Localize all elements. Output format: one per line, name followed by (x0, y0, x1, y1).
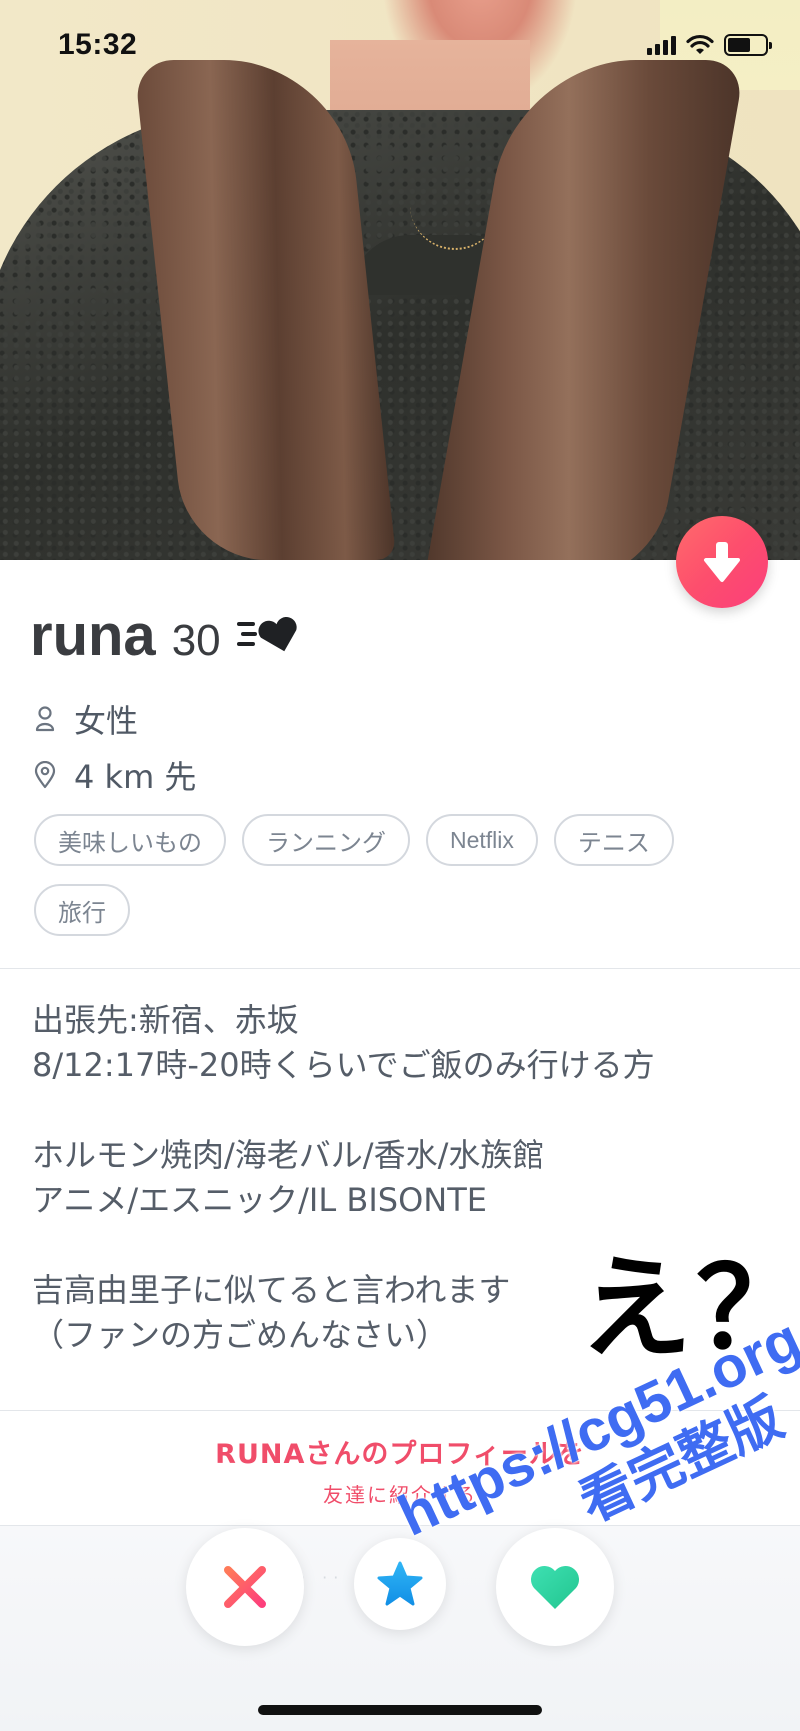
close-icon (224, 1566, 266, 1608)
nope-button[interactable] (186, 1528, 304, 1646)
interest-tag: テニス (553, 814, 674, 866)
gender-row: 女性 (32, 696, 138, 742)
name-row: runa 30 (30, 602, 305, 669)
star-icon (377, 1561, 423, 1606)
wifi-icon (686, 34, 714, 54)
location-pin-icon (32, 761, 58, 789)
collapse-profile-button[interactable] (676, 516, 768, 608)
profile-name: runa (30, 603, 156, 668)
arrow-down-icon (704, 542, 740, 582)
battery-icon (724, 34, 772, 56)
home-indicator (258, 1705, 542, 1715)
faint-label: · ·· (300, 1568, 345, 1587)
heart-icon (530, 1565, 580, 1609)
profile-photo[interactable] (0, 0, 800, 560)
interest-tags: 美味しいもの ランニング Netflix テニス 旅行 (34, 814, 774, 936)
distance-row: 4 km 先 (32, 752, 196, 798)
interest-tag: 美味しいもの (34, 814, 226, 866)
cellular-signal-icon (647, 35, 676, 55)
interest-tag: Netflix (426, 814, 538, 866)
bio-paragraph: ホルモン焼肉/海老バル/香水/水族館 アニメ/エスニック/IL BISONTE (32, 1136, 545, 1219)
profile-age: 30 (171, 616, 221, 665)
heart-speed-icon (236, 616, 297, 651)
gender-label: 女性 (74, 702, 139, 740)
section-divider (0, 968, 800, 969)
distance-label: 4 km 先 (74, 758, 197, 796)
status-icons (647, 34, 772, 56)
status-time: 15:32 (58, 28, 138, 61)
interest-tag: 旅行 (34, 884, 130, 936)
person-icon (32, 705, 58, 733)
interest-tag: ランニング (242, 814, 410, 866)
bio-paragraph: 出張先:新宿、赤坂 8/12:17時-20時くらいでご飯のみ行ける方 (32, 1001, 655, 1084)
